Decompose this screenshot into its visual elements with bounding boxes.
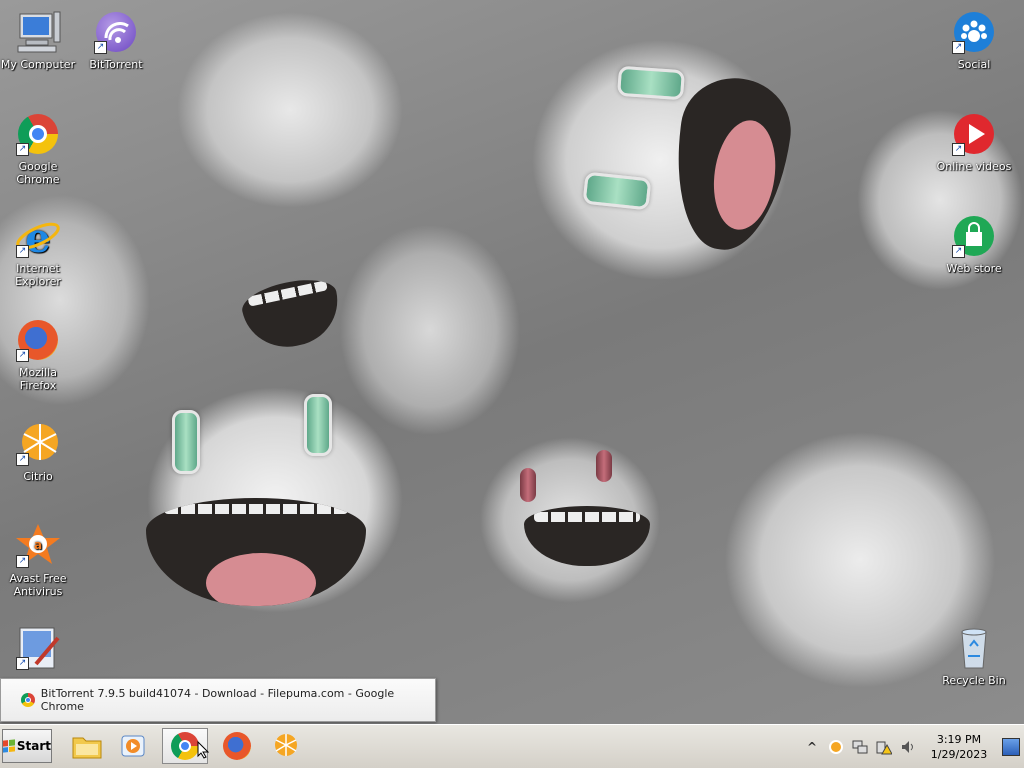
show-hidden-icons-button[interactable]: ^ xyxy=(803,738,821,756)
taskbar: Start ^ 3:19 PM 1/29/2023 xyxy=(0,724,1024,768)
clock-date: 1/29/2023 xyxy=(930,748,988,761)
wallpaper-detail xyxy=(582,171,652,211)
desktop-icon-web-store[interactable]: ↗ Web store xyxy=(936,212,1012,275)
recycle-bin-icon xyxy=(950,624,998,672)
taskbar-chrome-button[interactable] xyxy=(162,728,209,764)
desktop-icon-label: Avast Free Antivirus xyxy=(9,572,67,598)
internet-explorer-icon: e ↗ xyxy=(14,212,62,262)
desktop-icon-internet-explorer[interactable]: e ↗ Internet Explorer xyxy=(0,212,76,288)
wallpaper-detail xyxy=(524,506,650,566)
wallpaper-detail xyxy=(238,272,346,356)
paint-icon: ↗ xyxy=(14,624,62,672)
shortcut-arrow-icon: ↗ xyxy=(16,245,29,258)
shortcut-arrow-icon: ↗ xyxy=(16,349,29,362)
bittorrent-icon: ↗ xyxy=(92,8,140,56)
wallpaper-detail xyxy=(172,410,200,474)
taskbar-firefox-button[interactable] xyxy=(214,728,260,764)
chrome-icon xyxy=(171,732,199,760)
shortcut-arrow-icon: ↗ xyxy=(16,453,29,466)
wallpaper-detail xyxy=(146,498,366,606)
wallpaper-detail xyxy=(520,468,536,502)
avast-tray-icon[interactable] xyxy=(827,738,845,756)
desktop-icon-mozilla-firefox[interactable]: ↗ Mozilla Firefox xyxy=(0,316,76,392)
desktop-icon-my-computer[interactable]: My Computer xyxy=(0,8,76,71)
wallpaper-detail xyxy=(304,394,332,456)
start-label: Start xyxy=(16,739,51,753)
taskbar-explorer-button[interactable] xyxy=(64,728,110,764)
desktop-icon-label: Internet Explorer xyxy=(15,262,61,288)
avast-icon: a ↗ xyxy=(14,522,62,570)
taskbar-citrio-button[interactable] xyxy=(262,728,308,764)
computer-icon xyxy=(14,8,62,56)
chrome-icon: ↗ xyxy=(14,110,62,158)
desktop-icon-label: Citrio xyxy=(23,470,53,483)
citrio-icon xyxy=(275,734,297,756)
desktop-icon-label: Mozilla Firefox xyxy=(19,366,57,392)
desktop-icon-paint[interactable]: ↗ xyxy=(0,624,76,674)
show-desktop-button[interactable] xyxy=(1002,738,1020,756)
shortcut-arrow-icon: ↗ xyxy=(16,657,29,670)
shortcut-arrow-icon: ↗ xyxy=(952,143,965,156)
desktop-icon-label: Web store xyxy=(946,262,1002,275)
wallpaper-detail xyxy=(617,65,685,101)
mouse-cursor-icon xyxy=(197,741,209,759)
system-tray: ^ 3:19 PM 1/29/2023 xyxy=(800,725,1024,769)
firefox-icon xyxy=(223,732,251,760)
svg-text:a: a xyxy=(34,538,42,552)
desktop-icon-recycle-bin[interactable]: Recycle Bin xyxy=(936,624,1012,687)
taskbar-media-player-button[interactable] xyxy=(110,728,156,764)
shortcut-arrow-icon: ↗ xyxy=(952,245,965,258)
shortcut-arrow-icon: ↗ xyxy=(16,555,29,568)
taskbar-window-preview[interactable]: BitTorrent 7.9.5 build41074 - Download -… xyxy=(0,678,436,722)
wallpaper-detail xyxy=(664,71,798,257)
desktop-icon-label: Recycle Bin xyxy=(942,674,1006,687)
svg-text:e: e xyxy=(25,215,50,260)
desktop-icon-label: Google Chrome xyxy=(16,160,60,186)
desktop-icon-label: My Computer xyxy=(0,58,76,71)
play-icon: ↗ xyxy=(950,110,998,158)
system-clock[interactable]: 3:19 PM 1/29/2023 xyxy=(926,732,992,762)
clock-time: 3:19 PM xyxy=(936,733,982,746)
volume-icon[interactable] xyxy=(899,738,917,756)
desktop-icon-online-videos[interactable]: ↗ Online videos xyxy=(936,110,1012,173)
desktop-icon-label: Online videos xyxy=(936,160,1012,173)
desktop-icon-social[interactable]: ↗ Social xyxy=(936,8,1012,71)
action-center-warning-icon[interactable] xyxy=(875,738,893,756)
shortcut-arrow-icon: ↗ xyxy=(952,41,965,54)
folder-icon xyxy=(72,737,102,759)
shortcut-arrow-icon: ↗ xyxy=(16,143,29,156)
desktop-icon-label: BitTorrent xyxy=(89,58,143,71)
shortcut-arrow-icon: ↗ xyxy=(94,41,107,54)
desktop-icon-label: Social xyxy=(957,58,991,71)
windows-logo-icon xyxy=(3,739,15,753)
start-button[interactable]: Start xyxy=(2,729,52,763)
desktop[interactable]: My Computer ↗ BitTorrent ↗ Google Chrome… xyxy=(0,0,1024,724)
desktop-icon-citrio[interactable]: ↗ Citrio xyxy=(0,420,76,483)
media-player-icon xyxy=(121,735,145,757)
desktop-icon-google-chrome[interactable]: ↗ Google Chrome xyxy=(0,110,76,186)
network-tray-icon[interactable] xyxy=(851,738,869,756)
firefox-icon: ↗ xyxy=(14,316,62,364)
wallpaper-detail xyxy=(596,450,612,482)
shopping-bag-icon: ↗ xyxy=(950,212,998,260)
desktop-icon-avast[interactable]: a ↗ Avast Free Antivirus xyxy=(0,522,76,598)
chrome-icon xyxy=(21,693,35,707)
preview-window-title: BitTorrent 7.9.5 build41074 - Download -… xyxy=(40,687,395,713)
desktop-icon-bittorrent[interactable]: ↗ BitTorrent xyxy=(78,8,154,71)
citrio-icon: ↗ xyxy=(14,420,62,468)
social-icon: ↗ xyxy=(950,8,998,56)
